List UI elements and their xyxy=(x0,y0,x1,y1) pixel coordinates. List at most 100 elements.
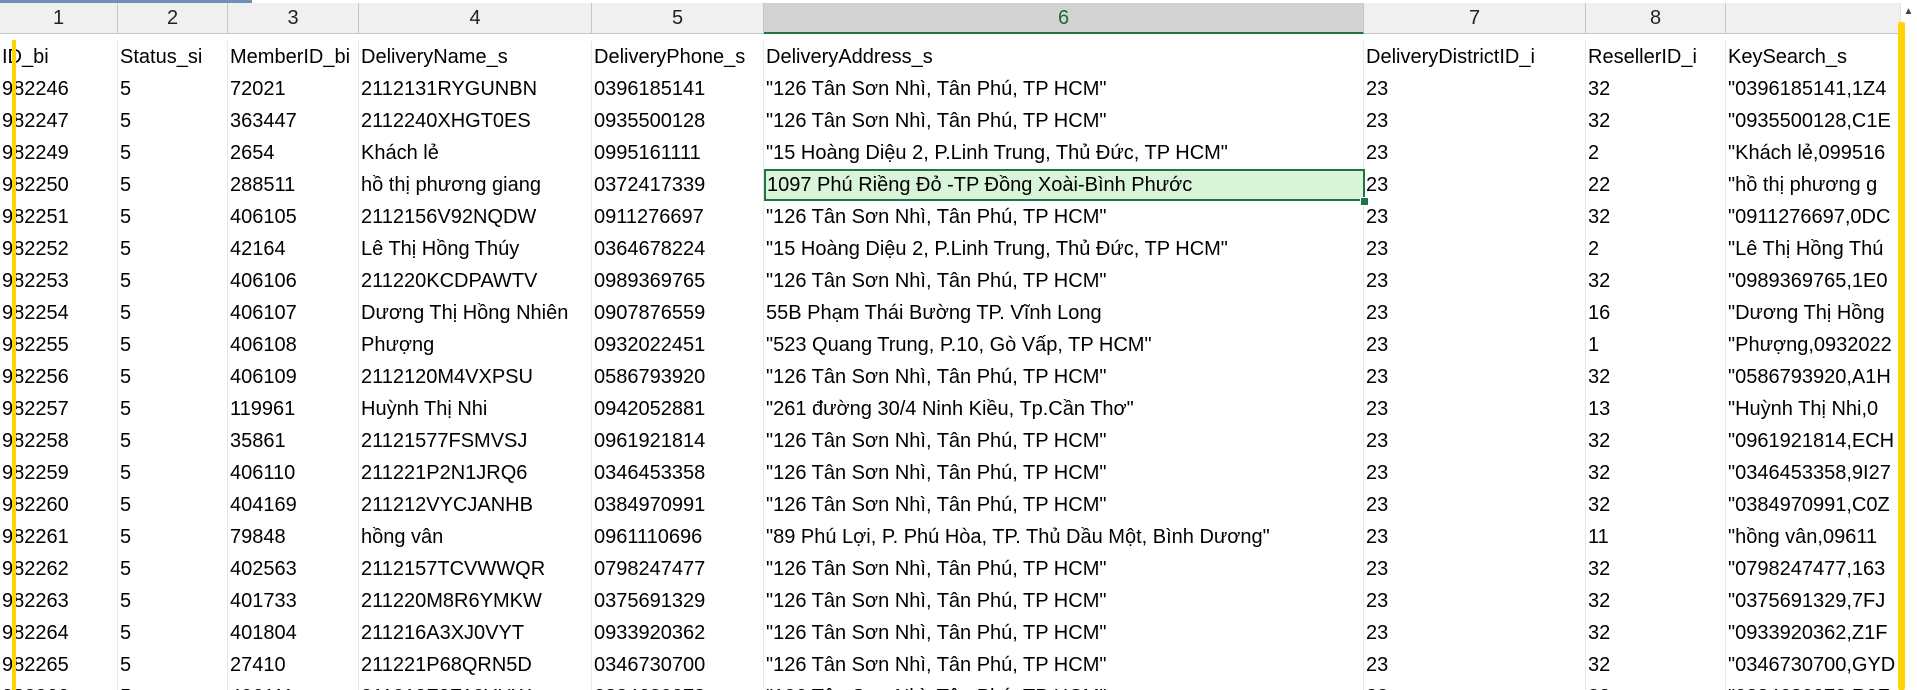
table-cell[interactable]: 982251 xyxy=(0,201,118,233)
table-cell[interactable]: 32 xyxy=(1586,425,1726,457)
table-cell[interactable]: 23 xyxy=(1364,105,1586,137)
table-cell[interactable]: 5 xyxy=(118,297,228,329)
table-cell[interactable]: "0989369765,1E0 xyxy=(1726,265,1900,297)
table-cell[interactable]: 982253 xyxy=(0,265,118,297)
table-cell[interactable]: 211221P68QRN5D xyxy=(359,649,592,681)
table-cell[interactable]: 5 xyxy=(118,521,228,553)
table-cell[interactable]: 32 xyxy=(1586,457,1726,489)
table-cell[interactable]: 21121577FSMVSJ xyxy=(359,425,592,457)
field-header-cell[interactable]: ResellerID_i xyxy=(1586,41,1726,73)
table-cell[interactable]: "126 Tân Sơn Nhì, Tân Phú, TP HCM" xyxy=(764,73,1364,105)
table-cell[interactable]: 0384630978 xyxy=(592,681,764,690)
table-cell[interactable]: 982254 xyxy=(0,297,118,329)
table-cell[interactable]: 32 xyxy=(1586,265,1726,297)
table-cell[interactable]: 23 xyxy=(1364,617,1586,649)
table-cell[interactable]: 5 xyxy=(118,105,228,137)
table-cell[interactable]: 982257 xyxy=(0,393,118,425)
table-cell[interactable]: 42164 xyxy=(228,233,359,265)
table-cell[interactable]: "0933920362,Z1F xyxy=(1726,617,1900,649)
table-cell[interactable]: "Huỳnh Thị Nhi,0 xyxy=(1726,393,1900,425)
table-cell[interactable]: 22 xyxy=(1586,169,1726,201)
table-cell[interactable]: 23 xyxy=(1364,265,1586,297)
table-cell[interactable]: 5 xyxy=(118,425,228,457)
table-cell[interactable]: 23 xyxy=(1364,425,1586,457)
table-cell[interactable]: "15 Hoàng Diệu 2, P.Linh Trung, Thủ Đức,… xyxy=(764,233,1364,265)
table-cell[interactable]: hồng vân xyxy=(359,521,592,553)
table-cell[interactable]: 5 xyxy=(118,73,228,105)
table-cell[interactable]: 23 xyxy=(1364,585,1586,617)
table-cell[interactable]: "126 Tân Sơn Nhì, Tân Phú, TP HCM" xyxy=(764,585,1364,617)
table-cell[interactable]: 5 xyxy=(118,681,228,690)
table-cell[interactable]: 32 xyxy=(1586,681,1726,690)
table-cell[interactable]: 32 xyxy=(1586,361,1726,393)
table-cell[interactable]: 406108 xyxy=(228,329,359,361)
table-cell[interactable]: 982260 xyxy=(0,489,118,521)
table-cell[interactable]: "Phượng,0932022 xyxy=(1726,329,1900,361)
vertical-scrollbar-thumb[interactable] xyxy=(1898,22,1905,690)
table-cell[interactable]: 402563 xyxy=(228,553,359,585)
table-cell[interactable]: 72021 xyxy=(228,73,359,105)
table-cell[interactable]: 5 xyxy=(118,329,228,361)
table-cell[interactable]: 0989369765 xyxy=(592,265,764,297)
field-header-cell[interactable]: DeliveryAddress_s xyxy=(764,41,1364,73)
table-cell[interactable]: 211220M8R6YMKW xyxy=(359,585,592,617)
table-cell[interactable]: 5 xyxy=(118,201,228,233)
table-cell[interactable]: 406106 xyxy=(228,265,359,297)
table-cell[interactable]: 2112156V92NQDW xyxy=(359,201,592,233)
table-cell[interactable]: Dương Thị Hồng Nhiên xyxy=(359,297,592,329)
table-cell[interactable]: Lê Thị Hồng Thúy xyxy=(359,233,592,265)
table-cell[interactable]: "0384630978,R9F xyxy=(1726,681,1900,690)
table-cell[interactable]: 982247 xyxy=(0,105,118,137)
table-cell[interactable]: "0384970991,C0Z xyxy=(1726,489,1900,521)
table-cell[interactable]: hồ thị phương giang xyxy=(359,169,592,201)
table-cell[interactable]: 2112240XHGT0ES xyxy=(359,105,592,137)
table-cell[interactable]: 0907876559 xyxy=(592,297,764,329)
table-cell[interactable]: 2112131RYGUNBN xyxy=(359,73,592,105)
table-cell[interactable]: 5 xyxy=(118,457,228,489)
table-cell[interactable]: "126 Tân Sơn Nhì, Tân Phú, TP HCM" xyxy=(764,617,1364,649)
table-cell[interactable]: 23 xyxy=(1364,553,1586,585)
table-cell[interactable]: 0935500128 xyxy=(592,105,764,137)
table-cell[interactable]: 23 xyxy=(1364,681,1586,690)
table-cell[interactable]: "126 Tân Sơn Nhì, Tân Phú, TP HCM" xyxy=(764,553,1364,585)
spreadsheet-grid[interactable]: 1 2 3 4 5 6 7 8 ID_bi Status_si MemberID_bi Deliver… xyxy=(0,3,1900,690)
column-header-8[interactable]: 8 xyxy=(1586,3,1726,34)
scroll-up-arrow-icon[interactable]: ▲ xyxy=(1900,3,1917,20)
table-cell[interactable]: 35861 xyxy=(228,425,359,457)
table-cell[interactable]: 0961921814 xyxy=(592,425,764,457)
table-cell[interactable]: 982249 xyxy=(0,137,118,169)
table-cell[interactable]: 0346453358 xyxy=(592,457,764,489)
table-cell[interactable]: 0346730700 xyxy=(592,649,764,681)
selected-cell[interactable]: 1097 Phú Riềng Đỏ -TP Đồng Xoài-Bình Phư… xyxy=(764,169,1365,201)
table-cell[interactable]: 23 xyxy=(1364,201,1586,233)
field-header-cell[interactable]: KeySearch_s xyxy=(1726,41,1900,73)
table-cell[interactable]: 363447 xyxy=(228,105,359,137)
column-header-7[interactable]: 7 xyxy=(1364,3,1586,34)
table-cell[interactable]: 401733 xyxy=(228,585,359,617)
table-cell[interactable]: 2112157TCVWWQR xyxy=(359,553,592,585)
table-cell[interactable]: 32 xyxy=(1586,649,1726,681)
table-cell[interactable]: 211216A3XJ0VYT xyxy=(359,617,592,649)
table-cell[interactable]: "261 đường 30/4 Ninh Kiều, Tp.Cần Thơ" xyxy=(764,393,1364,425)
table-cell[interactable]: "0911276697,0DC xyxy=(1726,201,1900,233)
table-cell[interactable]: 32 xyxy=(1586,585,1726,617)
table-cell[interactable]: 211220KCDPAWTV xyxy=(359,265,592,297)
table-cell[interactable]: 406105 xyxy=(228,201,359,233)
field-header-cell[interactable]: Status_si xyxy=(118,41,228,73)
column-header-1[interactable]: 1 xyxy=(0,3,118,34)
table-cell[interactable]: "126 Tân Sơn Nhì, Tân Phú, TP HCM" xyxy=(764,201,1364,233)
table-cell[interactable]: "126 Tân Sơn Nhì, Tân Phú, TP HCM" xyxy=(764,489,1364,521)
table-cell[interactable]: 32 xyxy=(1586,617,1726,649)
table-cell[interactable]: 27410 xyxy=(228,649,359,681)
column-header-5[interactable]: 5 xyxy=(592,3,764,34)
table-cell[interactable]: "hồng vân,09611 xyxy=(1726,521,1900,553)
table-cell[interactable]: 982256 xyxy=(0,361,118,393)
table-cell[interactable]: 0932022451 xyxy=(592,329,764,361)
field-header-cell[interactable]: DeliveryPhone_s xyxy=(592,41,764,73)
table-cell[interactable]: Huỳnh Thị Nhi xyxy=(359,393,592,425)
table-cell[interactable]: 982246 xyxy=(0,73,118,105)
table-cell[interactable]: "0798247477,163 xyxy=(1726,553,1900,585)
table-cell[interactable]: 23 xyxy=(1364,169,1586,201)
table-cell[interactable]: 406107 xyxy=(228,297,359,329)
table-cell[interactable]: 23 xyxy=(1364,457,1586,489)
